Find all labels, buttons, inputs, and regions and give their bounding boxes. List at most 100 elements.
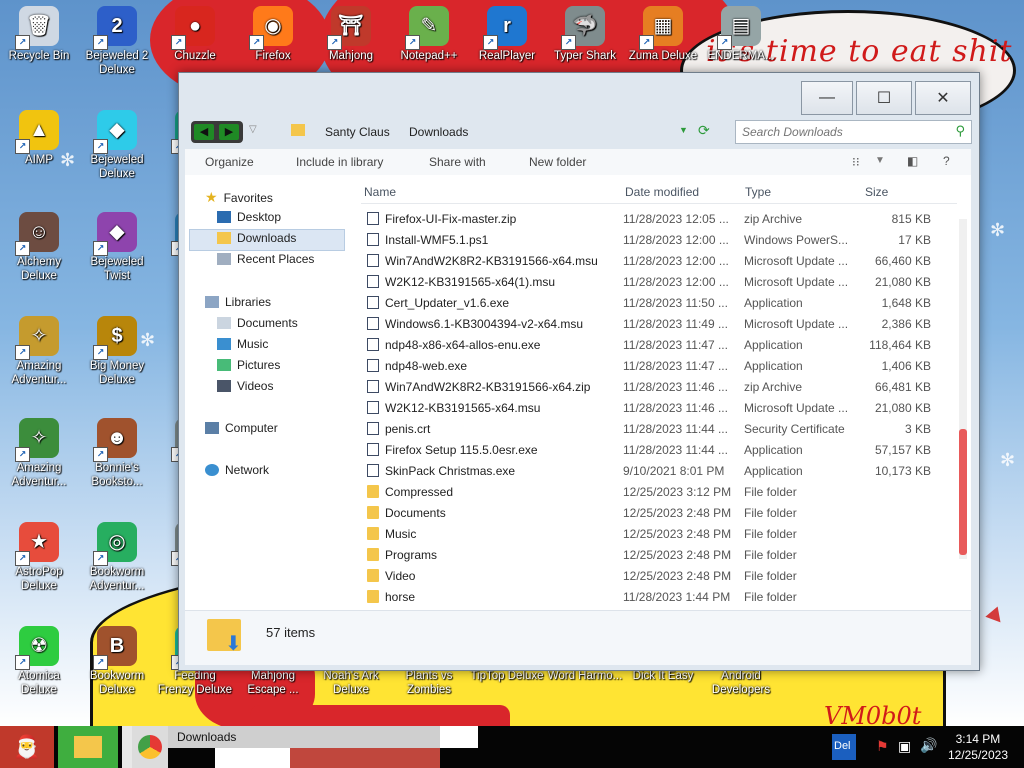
- desktop-icon[interactable]: $ ↗ Big Money Deluxe: [78, 316, 156, 387]
- show-desktop-strip[interactable]: Del: [832, 734, 856, 760]
- share-with-button[interactable]: Share with: [429, 155, 486, 169]
- nav-item[interactable]: Videos: [217, 379, 273, 393]
- desktop-icon[interactable]: ◆ ↗ Bejeweled Twist: [78, 212, 156, 283]
- file-row[interactable]: Compressed 12/25/2023 3:12 PM File folder: [361, 481, 957, 502]
- view-dropdown-icon[interactable]: ▼: [875, 155, 885, 166]
- vertical-scrollbar[interactable]: [959, 219, 967, 559]
- desktop-icon[interactable]: ▲ ↗ AIMP: [0, 110, 78, 167]
- nav-item[interactable]: Documents: [217, 316, 298, 330]
- nav-item[interactable]: Recent Places: [217, 252, 314, 266]
- desktop-icon[interactable]: ☺ ↗ Alchemy Deluxe: [0, 212, 78, 283]
- file-date: 12/25/2023 2:48 PM: [623, 569, 732, 583]
- file-row[interactable]: Music 12/25/2023 2:48 PM File folder: [361, 523, 957, 544]
- desktop-icon-label: RealPlayer: [478, 50, 536, 62]
- app-icon: $ ↗: [93, 316, 137, 360]
- desktop-icon[interactable]: ◎ ↗ Bookworm Adventur...: [78, 522, 156, 593]
- desktop-icon[interactable]: ☻ ↗ Bonnie's Booksto...: [78, 418, 156, 489]
- app-icon: ◆ ↗: [93, 110, 137, 154]
- taskbar-chrome-button[interactable]: [132, 726, 168, 768]
- file-row[interactable]: Windows6.1-KB3004394-v2-x64.msu 11/28/202…: [361, 313, 957, 334]
- refresh-icon[interactable]: ⟳: [698, 122, 710, 139]
- taskbar-downloads-task[interactable]: Downloads: [168, 726, 440, 748]
- desktop-icon-label: Bejeweled Deluxe: [90, 154, 144, 180]
- file-row[interactable]: Firefox-UI-Fix-master.zip 11/28/2023 12:0…: [361, 208, 957, 229]
- desktop-icon-label: Firefox: [255, 50, 291, 62]
- nav-item[interactable]: Music: [217, 337, 268, 351]
- breadcrumb-downloads[interactable]: Downloads: [409, 125, 468, 139]
- file-row[interactable]: penis.crt 11/28/2023 11:44 ... Security Ce…: [361, 418, 957, 439]
- clock[interactable]: 3:14 PM 12/25/2023: [948, 731, 1008, 763]
- nav-libraries[interactable]: Libraries: [205, 295, 271, 309]
- app-icon: ● ↗: [171, 6, 215, 50]
- file-row[interactable]: Video 12/25/2023 2:48 PM File folder: [361, 565, 957, 586]
- file-row[interactable]: Win7AndW2K8R2-KB3191566-x64.msu 11/28/202…: [361, 250, 957, 271]
- nav-item-icon: [217, 317, 231, 329]
- file-row[interactable]: Documents 12/25/2023 2:48 PM File folder: [361, 502, 957, 523]
- nav-computer[interactable]: Computer: [205, 421, 278, 435]
- file-row[interactable]: Cert_Updater_v1.6.exe 11/28/2023 11:50 ..…: [361, 292, 957, 313]
- column-header-type[interactable]: Type: [745, 185, 771, 199]
- nav-item[interactable]: Desktop: [217, 210, 281, 224]
- search-icon[interactable]: ⚲: [955, 123, 965, 139]
- file-row[interactable]: horse 11/28/2023 1:44 PM File folder: [361, 586, 957, 607]
- desktop-icon[interactable]: r ↗ RealPlayer: [468, 6, 546, 63]
- desktop-icon[interactable]: ● ↗ Chuzzle: [156, 6, 234, 63]
- minimize-button[interactable]: —: [801, 81, 853, 115]
- maximize-button[interactable]: ☐: [856, 81, 912, 115]
- file-icon: [367, 443, 379, 456]
- view-options-icon[interactable]: ⁝⁝: [852, 155, 860, 169]
- desktop-icon[interactable]: ▦ ↗ Zuma Deluxe: [624, 6, 702, 63]
- desktop-icon[interactable]: B ↗ Bookworm Deluxe: [78, 626, 156, 697]
- organize-button[interactable]: Organize: [205, 155, 254, 169]
- desktop-icon[interactable]: 🦈 ↗ Typer Shark: [546, 6, 624, 63]
- desktop-icon[interactable]: ✧ ↗ Amazing Adventur...: [0, 316, 78, 387]
- file-row[interactable]: W2K12-KB3191565-x64.msu 11/28/2023 11:46 …: [361, 397, 957, 418]
- desktop-icon[interactable]: ⛩ ↗ Mahjong: [312, 6, 390, 63]
- desktop-icon[interactable]: ◆ ↗ Bejeweled Deluxe: [78, 110, 156, 181]
- column-header-date[interactable]: Date modified: [625, 185, 699, 199]
- preview-pane-icon[interactable]: ◧: [907, 154, 918, 168]
- desktop-icon[interactable]: ▤ ↗ ENDERMA...: [702, 6, 780, 63]
- desktop-icon[interactable]: ★ ↗ AstroPop Deluxe: [0, 522, 78, 593]
- file-row[interactable]: Install-WMF5.1.ps1 11/28/2023 12:00 ... Wi…: [361, 229, 957, 250]
- start-button[interactable]: 🎅: [0, 726, 54, 768]
- nav-network[interactable]: Network: [205, 463, 269, 477]
- file-name: Programs: [385, 548, 438, 562]
- taskbar-downloads-red-bar: [290, 748, 440, 768]
- desktop-icon[interactable]: ✎ ↗ Notepad++: [390, 6, 468, 63]
- file-row[interactable]: W2K12-KB3191565-x64(1).msu 11/28/2023 12:…: [361, 271, 957, 292]
- taskbar-explorer-button[interactable]: [58, 726, 118, 768]
- search-input[interactable]: [736, 121, 944, 143]
- forward-button[interactable]: ▶: [219, 124, 239, 140]
- close-button[interactable]: ✕: [915, 81, 971, 115]
- desktop-icon[interactable]: 2 ↗ Bejeweled 2 Deluxe: [78, 6, 156, 77]
- include-in-library-button[interactable]: Include in library: [296, 155, 383, 169]
- nav-favorites[interactable]: ★ Favorites: [205, 189, 273, 206]
- scrollbar-thumb[interactable]: [959, 429, 967, 555]
- column-header-size[interactable]: Size: [865, 185, 888, 199]
- nav-item[interactable]: Pictures: [217, 358, 280, 372]
- file-row[interactable]: SkinPack Christmas.exe 9/10/2021 8:01 PM A…: [361, 460, 957, 481]
- back-button[interactable]: ◀: [194, 124, 214, 140]
- desktop-icon[interactable]: 🗑 ↗ Recycle Bin: [0, 6, 78, 63]
- file-row[interactable]: Programs 12/25/2023 2:48 PM File folder: [361, 544, 957, 565]
- file-row[interactable]: Win7AndW2K8R2-KB3191566-x64.zip 11/28/202…: [361, 376, 957, 397]
- file-row[interactable]: ndp48-x86-x64-allos-enu.exe 11/28/2023 11…: [361, 334, 957, 355]
- volume-icon[interactable]: 🔊: [920, 737, 937, 754]
- file-row[interactable]: Firefox Setup 115.5.0esr.exe 11/28/2023 1…: [361, 439, 957, 460]
- desktop-icon[interactable]: ✧ ↗ Amazing Adventur...: [0, 418, 78, 489]
- action-center-icon[interactable]: ⚑: [876, 738, 889, 755]
- address-dropdown-icon[interactable]: ▼: [679, 125, 688, 135]
- desktop-icon[interactable]: ☢ ↗ Atomica Deluxe: [0, 626, 78, 697]
- help-icon[interactable]: ?: [943, 154, 950, 168]
- recent-pages-dropdown[interactable]: ▽: [249, 124, 257, 135]
- breadcrumb-santy-claus[interactable]: Santy Claus: [325, 125, 390, 139]
- new-folder-button[interactable]: New folder: [529, 155, 586, 169]
- desktop-icon[interactable]: ◉ ↗ Firefox: [234, 6, 312, 63]
- column-header-name[interactable]: Name: [364, 185, 396, 199]
- snowflake: ✻: [990, 220, 1006, 240]
- explorer-folder-icon: [74, 736, 102, 758]
- network-tray-icon[interactable]: ▣: [898, 738, 911, 755]
- file-row[interactable]: ndp48-web.exe 11/28/2023 11:47 ... Applica…: [361, 355, 957, 376]
- nav-item[interactable]: Downloads: [217, 231, 296, 245]
